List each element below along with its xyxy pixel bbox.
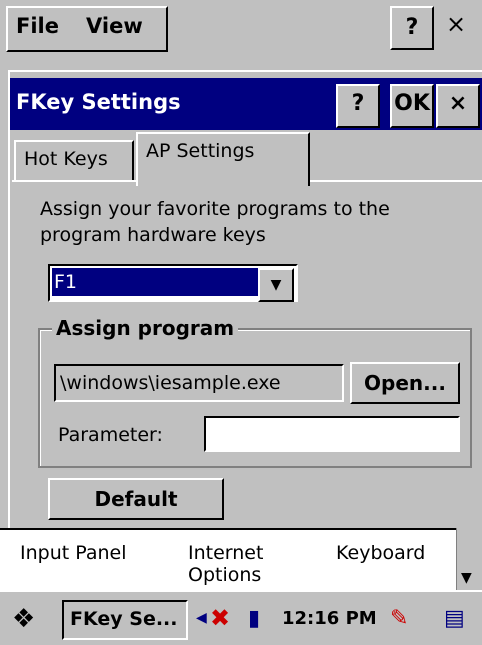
key-select[interactable]: F1 ▼ [48,264,298,302]
list-item[interactable]: Internet Options [188,542,308,586]
parameter-label: Parameter: [58,424,163,446]
tray-arrow-icon[interactable]: ◀ [196,610,207,626]
menu-group: File View [6,6,168,52]
help-button[interactable]: ? [390,6,434,50]
key-select-value: F1 [52,268,260,296]
description-text: Assign your favorite programs to the pro… [40,198,390,246]
chevron-down-icon[interactable]: ▼ [461,570,472,586]
close-icon[interactable]: × [446,10,466,38]
program-path-field[interactable]: \windows\iesample.exe [54,364,344,402]
dialog-title: FKey Settings [16,90,181,114]
parameter-input[interactable] [204,416,460,452]
menu-bar: File View ? × [0,0,482,64]
task-button[interactable]: FKey Se... [62,600,188,640]
system-tray: ◀ ✖ ▮ 12:16 PM ✎ ▤ [192,598,482,642]
scrollbar[interactable]: ▼ [456,528,482,590]
tab-ap-settings[interactable]: AP Settings [136,132,310,186]
list-item[interactable]: Keyboard [336,542,425,564]
input-panel-icon[interactable]: ✎ [390,606,408,631]
battery-icon[interactable]: ▮ [248,606,260,631]
ok-button[interactable]: OK [390,84,434,128]
default-button[interactable]: Default [48,478,224,520]
control-panel-list: Input Panel Internet Options Keyboard [0,528,482,590]
clock[interactable]: 12:16 PM [282,608,377,629]
chevron-down-icon[interactable]: ▼ [258,268,294,302]
menu-file[interactable]: File [16,14,59,38]
list-item[interactable]: Input Panel [20,542,127,564]
dialog-close-button[interactable]: × [436,84,480,128]
menu-view[interactable]: View [86,14,143,38]
open-button[interactable]: Open... [350,362,460,404]
dialog-help-button[interactable]: ? [336,84,380,128]
group-label: Assign program [52,316,239,340]
desktop-icon[interactable]: ▤ [444,606,465,631]
network-icon[interactable]: ✖ [210,604,230,632]
taskbar: ❖ FKey Se... ◀ ✖ ▮ 12:16 PM ✎ ▤ [0,590,482,645]
title-bar: FKey Settings ? OK × [10,78,482,130]
windows-start-icon[interactable]: ❖ [12,604,35,634]
tab-hot-keys[interactable]: Hot Keys [14,140,134,182]
fkey-settings-dialog: FKey Settings ? OK × Hot Keys AP Setting… [8,70,482,528]
